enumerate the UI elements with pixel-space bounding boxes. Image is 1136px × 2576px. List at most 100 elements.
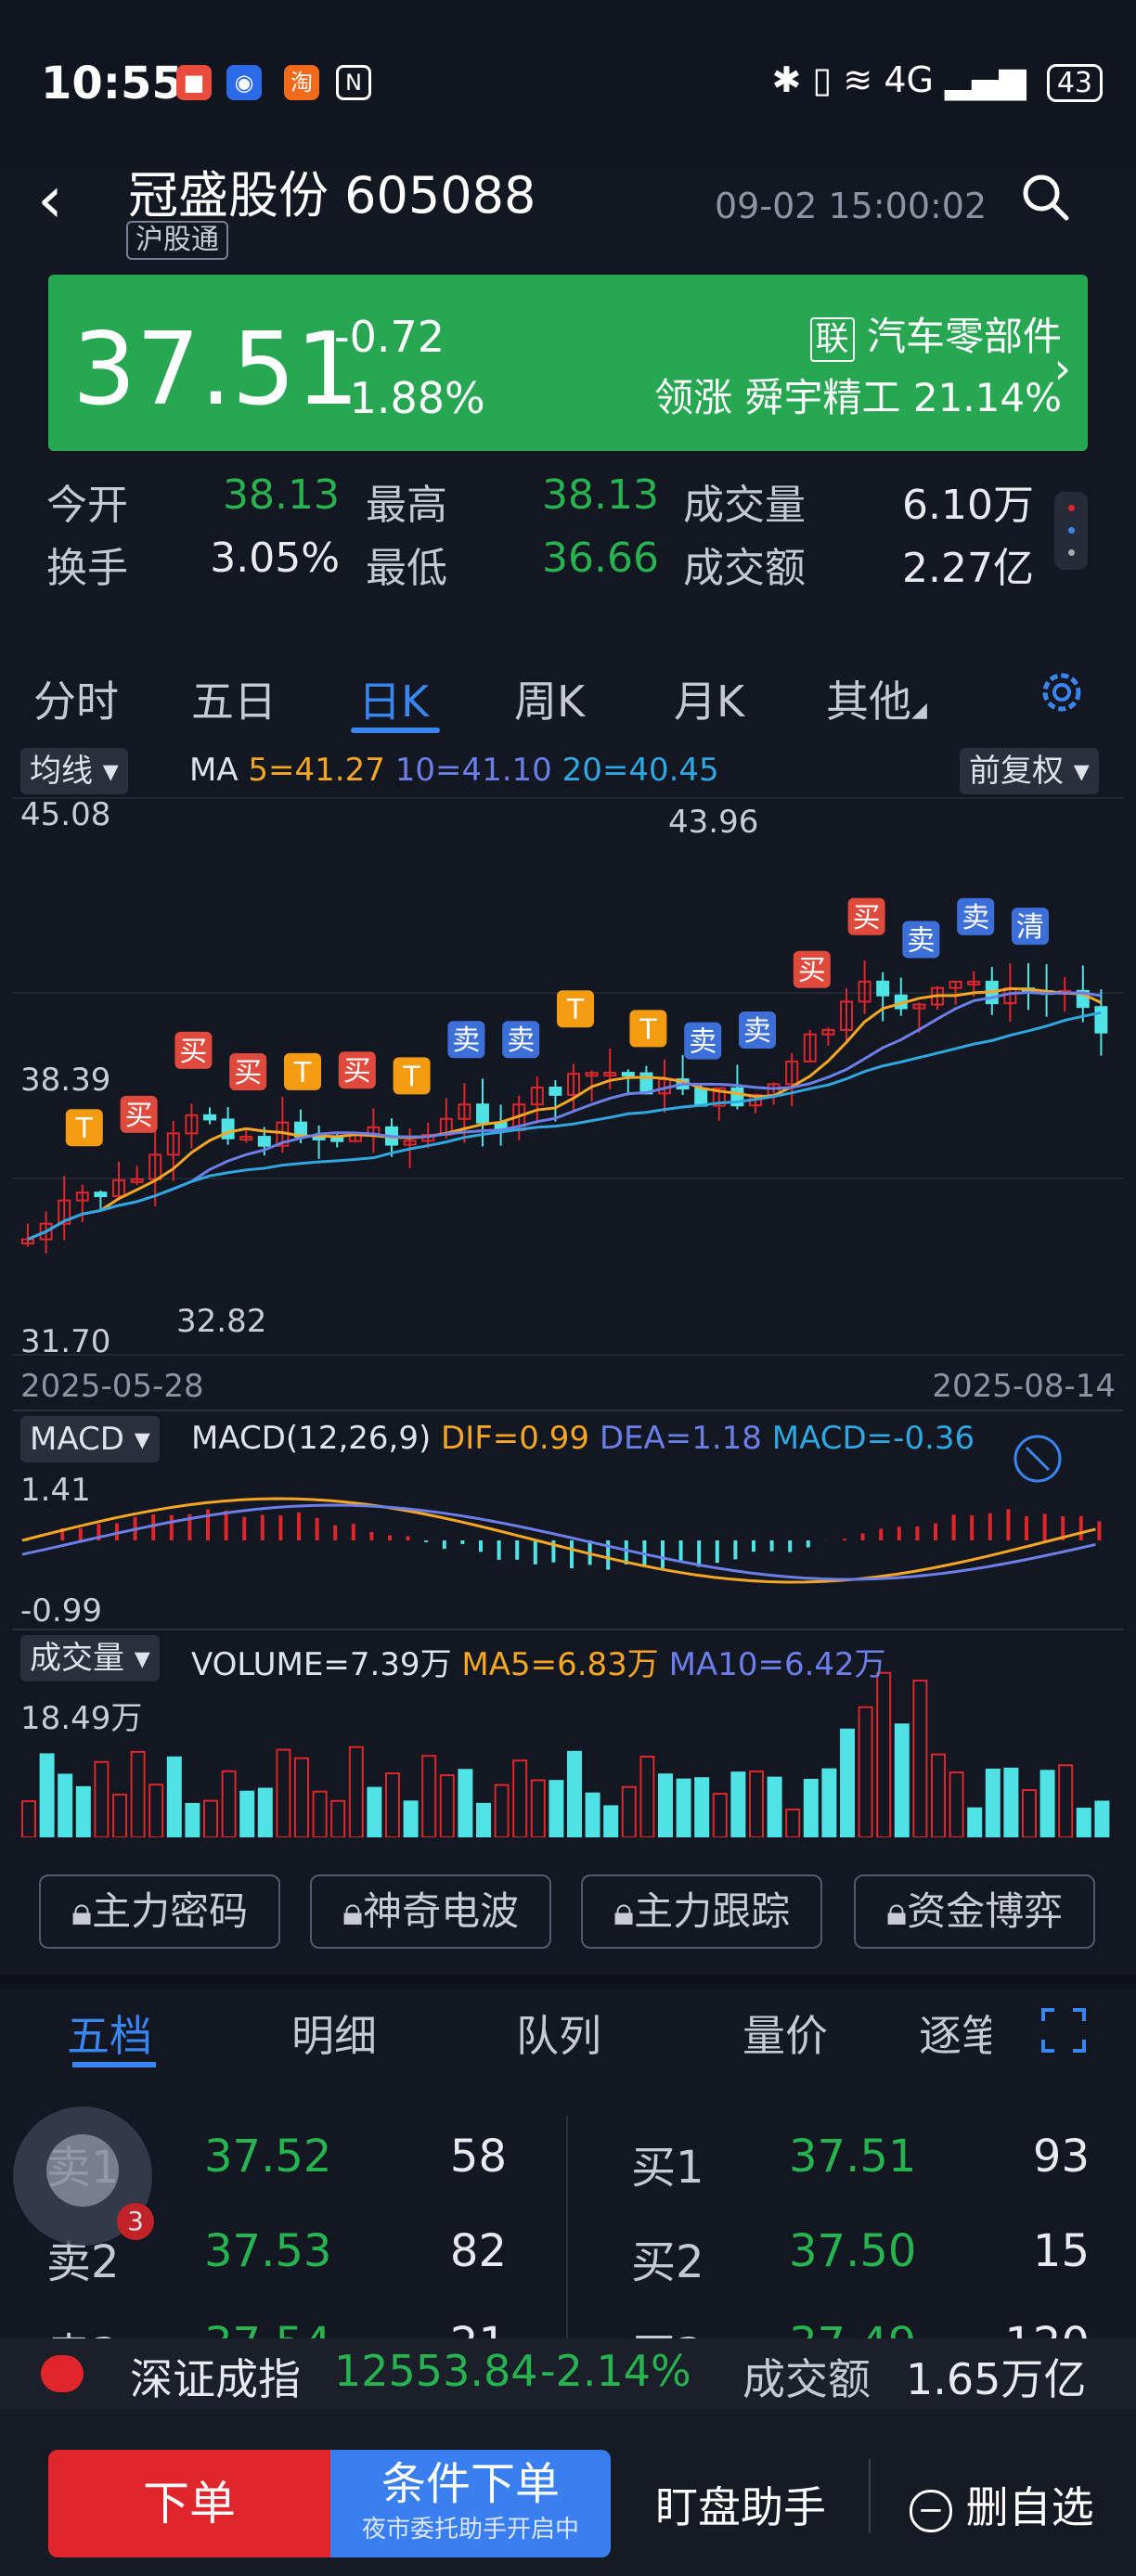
- volume-bar: [694, 1777, 710, 1837]
- volume-bar: [39, 1753, 55, 1837]
- stat-value: 2.27亿: [902, 545, 1034, 592]
- signal-label: 买: [798, 955, 826, 987]
- stat-value: 36.66: [542, 535, 659, 582]
- signal-label: T: [402, 1061, 420, 1093]
- indicator-select[interactable]: 均线 ▾: [20, 748, 128, 794]
- volume-bar: [203, 1799, 218, 1837]
- volume-bar: [858, 1706, 873, 1837]
- stat-value: 6.10万: [902, 482, 1034, 529]
- search-icon[interactable]: [1021, 173, 1069, 221]
- candle-body: [476, 1103, 489, 1124]
- shield-app-icon: ◉: [226, 65, 262, 100]
- bid-label: 买1: [631, 2142, 704, 2194]
- chevron-right-icon[interactable]: ›: [1054, 343, 1071, 393]
- feature-button[interactable]: 🔒︎资金博弈: [854, 1874, 1095, 1949]
- signal-label: 买: [343, 1055, 371, 1088]
- lock-icon: 🔒︎: [71, 1888, 93, 1934]
- volume-bar: [1076, 1808, 1091, 1837]
- watch-assistant-button[interactable]: 盯盘助手: [655, 2474, 826, 2535]
- volume-bar: [803, 1778, 819, 1837]
- signal-label: 卖: [689, 1026, 716, 1059]
- stat-label: 今开: [46, 482, 128, 529]
- volume-bar: [1003, 1767, 1019, 1837]
- bid-qty: 93: [1032, 2131, 1090, 2183]
- signal-label: T: [566, 994, 585, 1026]
- volume-bar: [294, 1757, 309, 1837]
- volume-bar: [312, 1790, 328, 1837]
- feature-button[interactable]: 🔒︎主力密码: [39, 1874, 280, 1949]
- expand-icon[interactable]: [1012, 1433, 1064, 1485]
- dea-value: DEA=1.18: [599, 1420, 762, 1457]
- dif-value: DIF=0.99: [441, 1420, 590, 1457]
- volume-bar: [767, 1776, 782, 1837]
- caret-icon: ◢: [911, 699, 927, 722]
- volume-bar: [148, 1784, 164, 1837]
- feature-button[interactable]: 🔒︎神奇电波: [310, 1874, 551, 1949]
- signal-label: 卖: [743, 1015, 771, 1048]
- volume-select[interactable]: 成交量 ▾: [20, 1635, 160, 1681]
- volume-bar: [58, 1773, 73, 1837]
- candle-body: [94, 1191, 108, 1198]
- volume-bar: [1039, 1770, 1055, 1837]
- macd-select-label: MACD: [30, 1421, 124, 1458]
- candle-body: [257, 1136, 271, 1147]
- stat-value: 38.13: [542, 471, 659, 519]
- ma20-value: 20=40.45: [562, 752, 719, 789]
- more-menu-icon[interactable]: [1054, 492, 1088, 570]
- robot-icon: [46, 2134, 119, 2207]
- candle-body: [876, 980, 890, 997]
- tab-monthly-k[interactable]: 月K: [674, 668, 744, 729]
- index-logo-icon: [41, 2355, 84, 2392]
- stock-title: 冠盛股份 605088: [128, 166, 536, 225]
- macd-params: MACD(12,26,9): [191, 1420, 432, 1457]
- volume-bar: [603, 1805, 619, 1837]
- ma-legend: MA 5=41.27 10=41.10 20=40.45: [189, 752, 719, 789]
- kline-chart[interactable]: T买买买T买T卖卖TT卖卖买买卖卖清 均线 ▾ MA 5=41.27 10=41…: [0, 742, 1136, 1837]
- index-percent: -2.14%: [540, 2346, 691, 2396]
- conditional-order-label: 条件下单: [381, 2458, 560, 2510]
- volume-value: VOLUME=7.39万: [191, 1646, 452, 1683]
- assistant-float-button[interactable]: 3: [13, 2106, 154, 2246]
- conditional-order-button[interactable]: 条件下单 夜市委托助手开启中: [330, 2450, 611, 2557]
- tab-daily-k[interactable]: 日K: [358, 668, 429, 729]
- tab-five-day[interactable]: 五日: [191, 668, 277, 729]
- indicator-select-label: 均线: [30, 753, 93, 790]
- volume-bar: [639, 1755, 655, 1837]
- remove-favorite-button[interactable]: − 删自选: [910, 2474, 1094, 2535]
- tab-tick[interactable]: 逐笔: [919, 2003, 991, 2064]
- volume-bar: [1094, 1800, 1110, 1837]
- y-axis-bottom: 31.70: [20, 1323, 111, 1360]
- stat-label: 换手: [46, 545, 128, 592]
- volume-bar: [185, 1802, 200, 1837]
- tab-details[interactable]: 明细: [291, 2003, 377, 2064]
- order-button[interactable]: 下单: [48, 2450, 330, 2557]
- macd-select[interactable]: MACD ▾: [20, 1416, 160, 1462]
- feature-button[interactable]: 🔒︎主力跟踪: [581, 1874, 822, 1949]
- tab-other[interactable]: 其他◢: [826, 668, 927, 729]
- lock-icon: 🔒︎: [342, 1888, 364, 1934]
- volume-bar: [75, 1785, 91, 1837]
- back-icon[interactable]: ‹: [37, 167, 63, 232]
- adjust-select[interactable]: 前复权 ▾: [960, 748, 1099, 794]
- fullscreen-icon[interactable]: [1039, 2006, 1088, 2054]
- date-end: 2025-08-14: [932, 1368, 1116, 1405]
- tab-queue[interactable]: 队列: [516, 2003, 601, 2064]
- tab-five-levels[interactable]: 五档: [67, 2003, 152, 2064]
- tab-volume-price[interactable]: 量价: [742, 2003, 828, 2064]
- gear-icon[interactable]: [1036, 666, 1088, 718]
- macd-value: MACD=-0.36: [771, 1420, 975, 1457]
- bid-qty: 15: [1032, 2225, 1090, 2277]
- volume-bar: [1022, 1789, 1037, 1837]
- index-ticker[interactable]: 深证成指 12553.84 -2.14% 成交额 1.65万亿: [0, 2338, 1136, 2409]
- ma5-value: 5=41.27: [248, 752, 385, 789]
- tab-weekly-k[interactable]: 周K: [514, 668, 585, 729]
- volume-bar: [1058, 1764, 1074, 1837]
- active-tab-indicator: [351, 728, 440, 733]
- sector-name: 汽车零部件: [866, 314, 1062, 359]
- tab-intraday[interactable]: 分时: [33, 668, 119, 729]
- volume-bar: [439, 1774, 455, 1837]
- sector-info[interactable]: 联 汽车零部件 领涨 舜宇精工 21.14%: [654, 306, 1062, 429]
- orderbook-tab-indicator: [72, 2062, 156, 2067]
- signal-label: 卖: [452, 1024, 480, 1057]
- volume-bar: [494, 1784, 510, 1837]
